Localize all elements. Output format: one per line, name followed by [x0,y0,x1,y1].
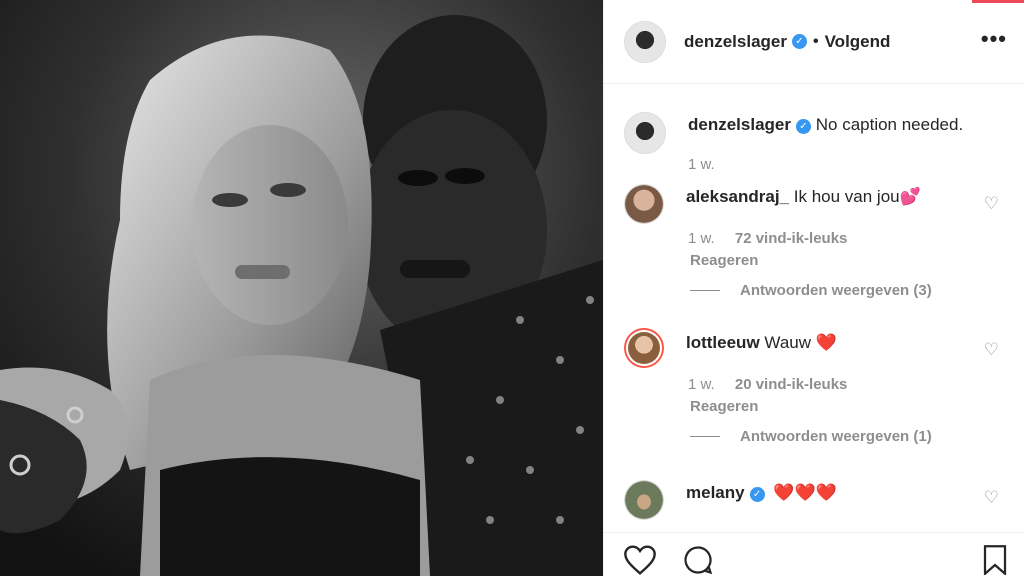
comment-text-block: aleksandraj_ Ik hou van jou💕 [686,186,921,208]
author-username[interactable]: denzelslager [684,32,787,52]
view-replies-label: Antwoorden weergeven (3) [740,282,932,299]
view-replies-label: Antwoorden weergeven (1) [740,428,932,445]
comment-icon[interactable] [682,545,714,576]
post-sidebar: denzelslager ✓ • Volgend ••• denzelslage… [603,0,1024,576]
divider-line [690,290,720,291]
heart-icon[interactable] [624,545,656,576]
caption-username[interactable]: denzelslager [688,115,791,134]
commenter-avatar[interactable] [624,184,664,224]
divider-line [690,436,720,437]
caption-row: denzelslager ✓ No caption needed. [624,112,963,154]
commenter-avatar[interactable] [624,480,664,520]
reply-button[interactable]: Reageren [690,398,758,415]
verified-badge-icon: ✓ [749,487,765,502]
comment-likes[interactable]: 72 vind-ik-leuks [735,230,848,247]
comments-list[interactable]: denzelslager ✓ No caption needed. 1 w. al… [604,84,1024,532]
comment-age[interactable]: 1 w. [688,230,715,247]
caption-text-block: denzelslager ✓ No caption needed. [688,114,963,136]
view-replies-button[interactable]: Antwoorden weergeven (3) [690,282,932,299]
comment-meta: 1 w. 72 vind-ik-leuks [688,230,847,247]
post-photo[interactable] [0,0,603,576]
comment-text: Ik hou van jou💕 [793,187,921,206]
photo-image [0,0,603,576]
post-header: denzelslager ✓ • Volgend ••• [604,0,1024,84]
verified-badge-icon: ✓ [796,119,811,134]
comment-like-heart-icon[interactable]: ♡ [984,194,999,214]
more-icon[interactable]: ••• [981,26,1007,52]
caption-age[interactable]: 1 w. [688,156,715,173]
comment-like-heart-icon[interactable]: ♡ [984,488,999,508]
comment-row: aleksandraj_ Ik hou van jou💕 [624,184,921,224]
comment-text: Wauw ❤️ [764,333,837,352]
comment-row: lottleeuw Wauw ❤️ [624,328,837,368]
comment-age[interactable]: 1 w. [688,376,715,393]
author-avatar[interactable] [624,20,666,63]
bookmark-icon[interactable] [982,545,1008,576]
follow-status-button[interactable]: Volgend [825,32,891,52]
reply-button[interactable]: Reageren [690,252,758,269]
comment-text-block: lottleeuw Wauw ❤️ [686,332,837,354]
author-avatar[interactable] [624,112,666,154]
commenter-avatar[interactable] [624,328,664,368]
action-bar [604,532,1024,576]
comment-text: ❤️❤️❤️ [773,483,837,502]
comment-row: melany ✓ ❤️❤️❤️ [624,480,837,520]
comment-like-heart-icon[interactable]: ♡ [984,340,999,360]
commenter-username[interactable]: melany [686,483,745,502]
commenter-username[interactable]: aleksandraj_ [686,187,789,206]
caption-text: No caption needed. [815,115,964,134]
view-replies-button[interactable]: Antwoorden weergeven (1) [690,428,932,445]
comment-likes[interactable]: 20 vind-ik-leuks [735,376,848,393]
verified-badge-icon: ✓ [792,34,807,49]
commenter-username[interactable]: lottleeuw [686,333,760,352]
comment-meta: 1 w. 20 vind-ik-leuks [688,376,847,393]
separator-dot: • [813,32,819,50]
comment-text-block: melany ✓ ❤️❤️❤️ [686,482,837,504]
